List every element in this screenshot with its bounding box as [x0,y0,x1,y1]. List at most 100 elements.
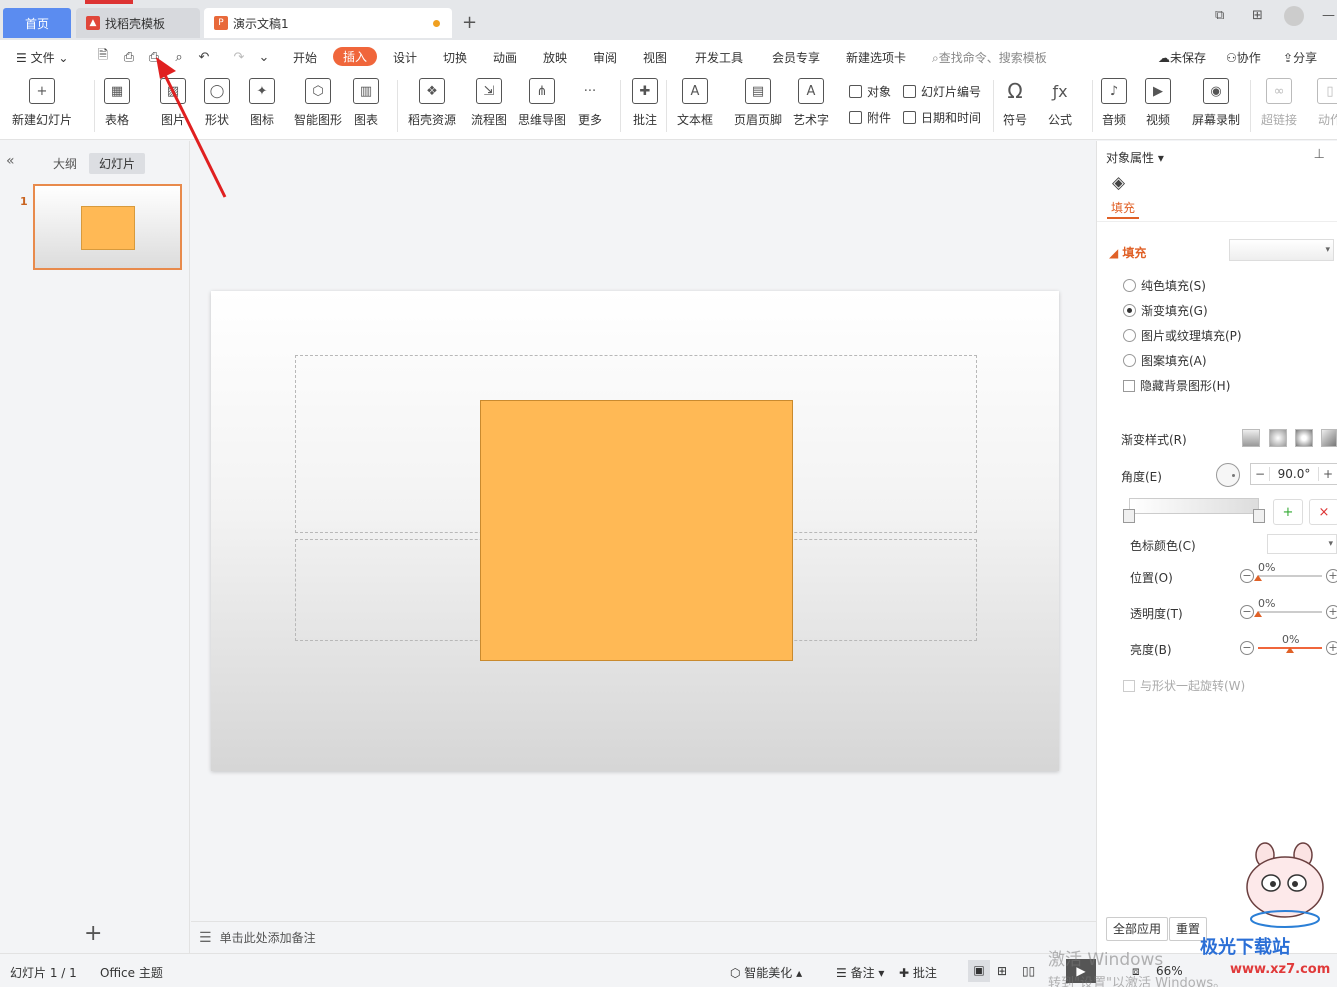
gradient-stop-left[interactable] [1123,509,1135,523]
apply-all-button[interactable]: 全部应用 [1106,917,1169,941]
reading-view-icon[interactable]: ▯▯ [1022,964,1035,978]
object-button[interactable]: 对象 [849,83,891,100]
vertical-scrollbar[interactable] [1084,141,1096,921]
hide-background-checkbox[interactable]: 隐藏背景图形(H) [1123,377,1230,394]
minimize-icon[interactable]: — [1322,8,1335,23]
menu-insert[interactable]: 插入 [333,47,378,66]
remove-stop-icon[interactable]: × [1309,499,1337,525]
radio-picture-fill[interactable]: 图片或纹理填充(P) [1123,327,1242,344]
slider-thumb[interactable] [1254,611,1262,617]
angle-spinner[interactable]: − 90.0° + [1250,463,1337,485]
plus-icon[interactable]: + [1326,569,1337,583]
radio-gradient-fill[interactable]: 渐变填充(G) [1123,302,1208,319]
share-button[interactable]: ⇪分享 [1283,49,1317,66]
stop-color-picker[interactable]: ▾ [1267,534,1337,554]
notes-area[interactable]: ☰ 单击此处添加备注 [191,921,1096,953]
gradient-path-swatch[interactable] [1321,429,1337,447]
slider-thumb[interactable] [1286,647,1294,653]
unsaved-button[interactable]: ☁未保存 [1158,49,1206,66]
mindmap-button[interactable]: ⋔ 思维导图 [518,78,566,128]
new-tab-button[interactable]: + [462,12,477,33]
angle-value[interactable]: 90.0° [1269,467,1319,481]
panel-title[interactable]: 对象属性 ▾ [1106,149,1164,166]
menu-new-tab[interactable]: 新建选项卡 [846,49,906,66]
slide-sorter-icon[interactable]: ⊞ [997,964,1007,978]
gradient-rect-swatch[interactable] [1295,429,1313,447]
formula-button[interactable]: ƒx 公式 [1047,78,1073,128]
minus-icon[interactable]: − [1240,605,1254,619]
icon-button[interactable]: ✦ 图标 [249,78,275,128]
flowchart-button[interactable]: ⇲ 流程图 [471,78,507,128]
angle-dial[interactable] [1216,463,1240,487]
brightness-slider[interactable]: − 0% + [1240,633,1337,658]
menu-design[interactable]: 设计 [393,49,417,66]
menu-view[interactable]: 视图 [643,49,667,66]
increment-button[interactable]: + [1319,467,1337,481]
menu-transition[interactable]: 切换 [443,49,467,66]
datetime-button[interactable]: 日期和时间 [903,109,981,126]
radio-solid-fill[interactable]: 纯色填充(S) [1123,277,1206,294]
daoke-resource-button[interactable]: ❖ 稻壳资源 [408,78,456,128]
minus-icon[interactable]: − [1240,569,1254,583]
rectangle-shape[interactable] [480,400,793,661]
fill-section-header[interactable]: ◢ 填充 [1109,244,1146,261]
menu-developer[interactable]: 开发工具 [695,49,743,66]
avatar[interactable] [1284,6,1304,26]
beautify-button[interactable]: ⬡ 智能美化 ▴ [730,964,802,981]
menu-member[interactable]: 会员专享 [772,49,820,66]
notes-toggle-button[interactable]: ☰ 备注 ▾ [836,964,884,981]
tab-home[interactable]: 首页 [3,8,71,38]
tab-document[interactable]: P 演示文稿1 [204,8,452,38]
tab-outline[interactable]: 大纲 [43,153,87,174]
plus-icon[interactable]: + [1326,605,1337,619]
comment-button[interactable]: ✚ 批注 [632,78,658,128]
file-menu[interactable]: ☰ 文件 ⌄ [16,49,68,66]
gradient-stop-right[interactable] [1253,509,1265,523]
audio-button[interactable]: ♪ 音频 [1101,78,1127,128]
add-slide-button[interactable]: + [84,921,102,946]
window-layout-icon[interactable]: ⧉ [1215,8,1224,23]
chart-button[interactable]: ▥ 图表 [353,78,379,128]
radio-pattern-fill[interactable]: 图案填充(A) [1123,352,1207,369]
table-button[interactable]: ▦ 表格 [104,78,130,128]
wordart-button[interactable]: A 艺术字 [793,78,829,128]
video-button[interactable]: ▶ 视频 [1145,78,1171,128]
slider-thumb[interactable] [1254,575,1262,581]
collapse-panel-icon[interactable]: « [6,153,15,169]
menu-start[interactable]: 开始 [293,49,317,66]
plus-icon[interactable]: + [1326,641,1337,655]
customize-toolbar-icon[interactable]: ⌄ [255,48,273,66]
smartart-button[interactable]: ⬡ 智能图形 [294,78,342,128]
redo-icon[interactable]: ↷ [230,48,248,66]
theme-name[interactable]: Office 主题 [100,964,163,981]
slide-canvas[interactable] [211,291,1059,771]
comments-toggle-button[interactable]: ✚ 批注 [899,964,937,981]
rotate-with-shape-checkbox[interactable]: 与形状一起旋转(W) [1123,677,1245,694]
gradient-linear-swatch[interactable] [1242,429,1260,447]
attachment-button[interactable]: 附件 [849,109,891,126]
menu-slideshow[interactable]: 放映 [543,49,567,66]
grid-apps-icon[interactable]: ⊞ [1252,8,1263,23]
screen-record-button[interactable]: ◉ 屏幕录制 [1192,78,1240,128]
search-box[interactable]: ⌕查找命令、搜索模板 [932,49,1047,66]
export-pdf-icon[interactable]: ⎙ [120,48,138,66]
paint-bucket-icon[interactable]: ◈ [1112,173,1125,193]
action-button[interactable]: ▯ 动作 [1317,78,1337,128]
gradient-bar[interactable] [1129,498,1259,514]
pin-icon[interactable]: ⊥ [1314,147,1325,162]
fill-tab[interactable]: 填充 [1111,199,1135,216]
menu-animation[interactable]: 动画 [493,49,517,66]
collab-button[interactable]: ⚇协作 [1226,49,1261,66]
new-slide-button[interactable]: + 新建幻灯片 [12,78,72,128]
position-slider[interactable]: − 0% + [1240,561,1337,586]
normal-view-icon[interactable]: ▣ [968,960,990,982]
add-stop-icon[interactable]: + [1273,499,1303,525]
tab-template-store[interactable]: ▲ 找稻壳模板 [76,8,200,38]
gradient-radial-swatch[interactable] [1269,429,1287,447]
more-button[interactable]: ··· 更多 [577,78,603,128]
hyperlink-button[interactable]: ∞ 超链接 [1261,78,1297,128]
fill-preset-dropdown[interactable]: ▾ [1229,239,1334,261]
textbox-button[interactable]: A 文本框 [677,78,713,128]
decrement-button[interactable]: − [1251,467,1269,481]
header-footer-button[interactable]: ▤ 页眉页脚 [734,78,782,128]
